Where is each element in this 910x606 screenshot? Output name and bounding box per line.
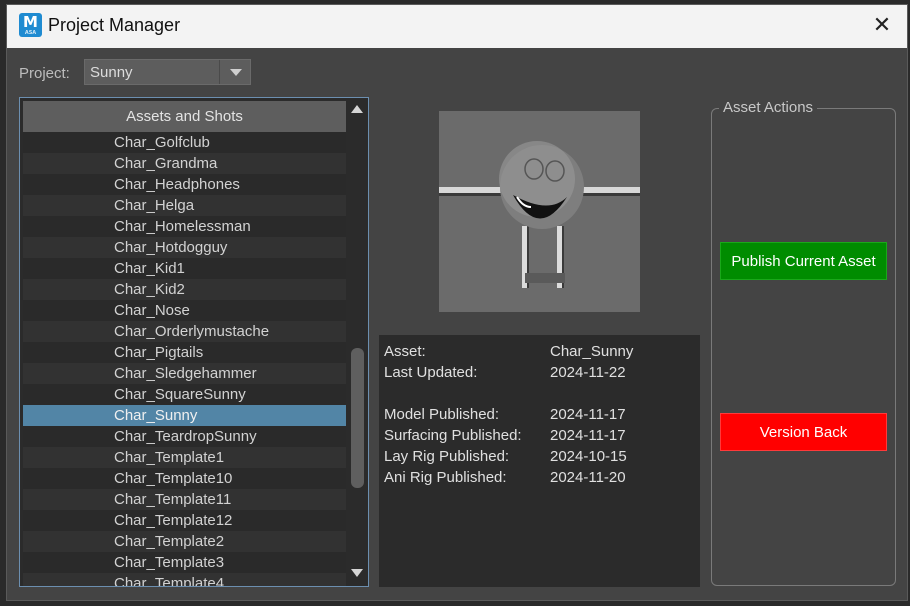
version-back-button[interactable]: Version Back (720, 413, 887, 451)
character-preview-image (439, 111, 640, 312)
close-icon[interactable]: ✕ (867, 11, 897, 41)
assets-list-header[interactable]: Assets and Shots (23, 101, 346, 132)
list-item[interactable]: Char_Hotdogguy (23, 237, 346, 258)
assets-scrollbar[interactable] (346, 98, 368, 586)
info-row-lay-rig: Lay Rig Published: 2024-10-15 (384, 446, 627, 467)
publish-current-asset-button[interactable]: Publish Current Asset (720, 242, 887, 280)
scroll-up-arrow-icon[interactable] (351, 105, 363, 113)
project-manager-window: M ASA Project Manager ✕ Project: Sunny A… (6, 4, 908, 601)
info-value: 2024-10-15 (550, 448, 627, 465)
info-label: Ani Rig Published: (384, 469, 507, 486)
info-value: Char_Sunny (550, 343, 634, 360)
list-item[interactable]: Char_Grandma (23, 153, 346, 174)
info-value: 2024-11-17 (550, 406, 626, 423)
info-row-model: Model Published: 2024-11-17 (384, 404, 626, 425)
list-item[interactable]: Char_Sledgehammer (23, 363, 346, 384)
list-item[interactable]: Char_Template1 (23, 447, 346, 468)
list-item[interactable]: Char_Template4 (23, 573, 346, 586)
project-label: Project: (19, 65, 70, 82)
list-item[interactable]: Char_TeardropSunny (23, 426, 346, 447)
assets-list-panel: Assets and Shots Char_Golfclub Char_Grand… (19, 97, 369, 587)
app-icon-letter: M (23, 13, 38, 31)
list-item[interactable]: Char_Kid1 (23, 258, 346, 279)
list-item[interactable]: Char_Headphones (23, 174, 346, 195)
info-row-surfacing: Surfacing Published: 2024-11-17 (384, 425, 626, 446)
list-item[interactable]: Char_Orderlymustache (23, 321, 346, 342)
scroll-down-arrow-icon[interactable] (351, 569, 363, 577)
title-bar: M ASA Project Manager ✕ (7, 5, 907, 48)
info-row-asset: Asset: Char_Sunny (384, 341, 633, 362)
list-item[interactable]: Char_Template12 (23, 510, 346, 531)
info-row-ani-rig: Ani Rig Published: 2024-11-20 (384, 467, 626, 488)
list-item[interactable]: Char_Golfclub (23, 132, 346, 153)
info-value: 2024-11-20 (550, 469, 626, 486)
asset-actions-title: Asset Actions (719, 99, 818, 116)
list-item[interactable]: Char_Nose (23, 300, 346, 321)
asset-thumbnail (439, 111, 640, 312)
info-label: Asset: (384, 343, 426, 360)
assets-list[interactable]: Char_Golfclub Char_Grandma Char_Headphones… (23, 132, 346, 586)
info-row-last-updated: Last Updated: 2024-11-22 (384, 362, 626, 383)
chevron-down-icon[interactable] (219, 60, 250, 84)
list-item[interactable]: Char_Template2 (23, 531, 346, 552)
project-dropdown[interactable]: Sunny (84, 59, 251, 85)
list-item[interactable]: Char_Pigtails (23, 342, 346, 363)
info-value: 2024-11-17 (550, 427, 626, 444)
list-item[interactable]: Char_Helga (23, 195, 346, 216)
list-item[interactable]: Char_Homelessman (23, 216, 346, 237)
maya-app-icon: M ASA (19, 13, 42, 37)
app-icon-sub: ASA (24, 30, 37, 36)
asset-actions-group (711, 108, 896, 586)
window-title: Project Manager (48, 15, 181, 35)
list-item[interactable]: Char_Sunny (23, 405, 346, 426)
list-item[interactable]: Char_Template3 (23, 552, 346, 573)
list-item[interactable]: Char_Template11 (23, 489, 346, 510)
scroll-thumb[interactable] (351, 348, 364, 488)
info-label: Model Published: (384, 406, 500, 423)
list-item[interactable]: Char_SquareSunny (23, 384, 346, 405)
asset-info-panel: Asset: Char_Sunny Last Updated: 2024-11-22… (379, 335, 700, 587)
list-item[interactable]: Char_Kid2 (23, 279, 346, 300)
info-label: Lay Rig Published: (384, 448, 510, 465)
info-value: 2024-11-22 (550, 364, 626, 381)
info-label: Surfacing Published: (384, 427, 522, 444)
info-label: Last Updated: (384, 364, 478, 381)
project-dropdown-value: Sunny (90, 64, 133, 81)
list-item[interactable]: Char_Template10 (23, 468, 346, 489)
